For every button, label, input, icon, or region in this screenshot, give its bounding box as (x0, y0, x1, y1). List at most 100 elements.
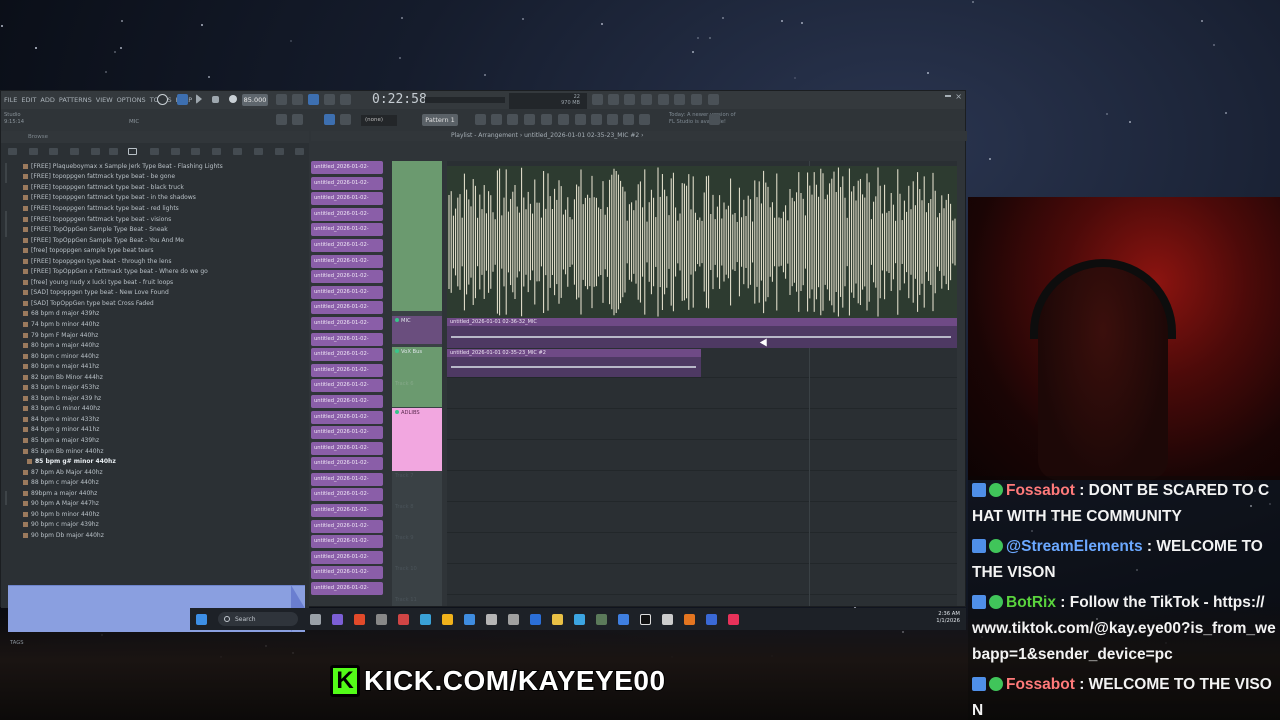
settings-icon[interactable] (485, 613, 497, 625)
browser-tab-patterns[interactable] (191, 148, 200, 155)
pattern-clip-item[interactable]: untitled_2026-01-02- (311, 488, 383, 502)
notepad-icon[interactable] (463, 613, 475, 625)
task-view-icon[interactable] (309, 613, 321, 625)
pattern-clip-item[interactable]: untitled_2026-01-02- (311, 254, 383, 268)
capcut-icon[interactable] (661, 613, 673, 625)
snap-select[interactable]: (none) (361, 115, 397, 126)
pattern-clip-item[interactable]: untitled_2026-01-02- (311, 176, 383, 190)
pattern-clip-item[interactable]: untitled_2026-01-02- (311, 441, 383, 455)
pattern-clip-item[interactable]: untitled_2026-01-02- (311, 582, 383, 596)
clip-vox-header[interactable]: untitled_2026-01-01 02-35-23_MIC #2 (447, 349, 701, 357)
browser-file-item[interactable]: 83 bpm b major 453hz (23, 382, 308, 393)
tempo-display[interactable]: 85.000 (242, 94, 268, 106)
browser-file-item[interactable]: 80 bpm e major 441hz (23, 361, 308, 372)
browser-tab-scores[interactable] (171, 148, 180, 155)
pattern-clip-item[interactable]: untitled_2026-01-02- (311, 550, 383, 564)
browser-file-item[interactable]: 82 bpm Bb Minor 444hz (23, 372, 308, 383)
browser-file-item[interactable]: 74 bpm b minor 440hz (23, 319, 308, 330)
app-icon[interactable] (375, 613, 387, 625)
browser-file-item[interactable]: [FREE] topoppgen fattmack type beat - re… (23, 203, 308, 214)
pattern-clip-item[interactable]: untitled_2026-01-02- (311, 363, 383, 377)
browser-file-item[interactable]: 90 bpm c major 439hz (23, 520, 308, 531)
browser-file-item[interactable]: 84 bpm g minor 441hz (23, 425, 308, 436)
download-icon[interactable] (708, 94, 719, 105)
start-icon[interactable] (195, 613, 207, 625)
browser-file-item[interactable]: 79 bpm F Major 440hz (23, 330, 308, 341)
browser-file-item[interactable]: 84 bpm e minor 433hz (23, 414, 308, 425)
browser-file-item[interactable]: 90 bpm b minor 440hz (23, 509, 308, 520)
tiktok-icon[interactable] (639, 613, 651, 625)
system-tray-clock[interactable]: 2:36 AM 1/1/2026 (936, 611, 960, 625)
browser-file-item[interactable]: 85 bpm Bb minor 440hz (23, 446, 308, 457)
browser-tab-options[interactable] (295, 148, 304, 155)
browser-tab-starred[interactable] (109, 148, 118, 155)
chrome-icon[interactable] (397, 613, 409, 625)
word-icon[interactable] (529, 613, 541, 625)
help-icon[interactable] (658, 94, 669, 105)
master-volume-slider[interactable] (425, 97, 505, 103)
undo-icon[interactable] (157, 94, 168, 105)
fl-logo-icon[interactable] (709, 114, 720, 125)
loop-record-icon[interactable] (324, 94, 335, 105)
browser-tab-search[interactable] (275, 148, 284, 155)
pattern-clip-item[interactable]: untitled_2026-01-02- (311, 566, 383, 580)
pattern-clip-item[interactable]: untitled_2026-01-02- (311, 316, 383, 330)
browser-tab-current[interactable] (29, 148, 38, 155)
tempo-tapper-icon[interactable] (607, 114, 618, 125)
obs-icon[interactable] (595, 613, 607, 625)
browser-file-item[interactable]: 90 bpm Db major 440hz (23, 530, 308, 541)
wait-icon[interactable] (292, 94, 303, 105)
browser-file-item[interactable]: [SAD] TopOppGen type beat Cross Faded (23, 298, 308, 309)
browser-file-item[interactable]: [free] topoppgen sample type beat tears (23, 245, 308, 256)
pattern-clip-item[interactable]: untitled_2026-01-02- (311, 535, 383, 549)
browser-tab-samples[interactable] (91, 148, 100, 155)
save-icon[interactable] (641, 94, 652, 105)
pattern-clip-item[interactable]: untitled_2026-01-02- (311, 332, 383, 346)
playlist-icon[interactable] (475, 114, 486, 125)
browser-file-item[interactable]: 85 bpm g# minor 440hz (23, 456, 308, 467)
browser-tab-pack[interactable] (150, 148, 159, 155)
pattern-clip-item[interactable]: untitled_2026-01-02- (311, 379, 383, 393)
browser-file-item[interactable]: 88 bpm c major 440hz (23, 477, 308, 488)
piano-roll-window-icon[interactable] (491, 114, 502, 125)
browser-icon[interactable] (507, 114, 518, 125)
project-info-icon[interactable] (591, 114, 602, 125)
browser-tab-presets[interactable] (212, 148, 221, 155)
store-icon[interactable] (617, 613, 629, 625)
tiktok-live-icon[interactable] (727, 613, 739, 625)
pattern-clip-item[interactable]: untitled_2026-01-02- (311, 519, 383, 533)
mixer-window-icon[interactable] (524, 114, 535, 125)
pattern-clip-item[interactable]: untitled_2026-01-02- (311, 301, 383, 315)
browser-file-item[interactable]: [SAD] topoppgen type beat - New Love Fou… (23, 288, 308, 299)
pattern-clip-item[interactable]: untitled_2026-01-02- (311, 270, 383, 284)
pattern-selector[interactable]: Pattern 1 (422, 114, 458, 126)
browser-file-item[interactable]: 68 bpm d major 439hz (23, 309, 308, 320)
touch-keyboard-icon[interactable] (575, 114, 586, 125)
discord-icon[interactable] (331, 613, 343, 625)
file-explorer-icon[interactable] (551, 613, 563, 625)
chat-username[interactable]: BotRix (1006, 594, 1056, 611)
pattern-clip-item[interactable]: untitled_2026-01-02- (311, 161, 383, 174)
channel-rack-icon[interactable] (691, 94, 702, 105)
pattern-clip-item[interactable]: untitled_2026-01-02- (311, 348, 383, 362)
pat-song-toggle[interactable] (177, 94, 188, 105)
cut-icon[interactable] (608, 94, 619, 105)
pattern-clip-item[interactable]: untitled_2026-01-02- (311, 410, 383, 424)
channel-window-icon[interactable] (541, 114, 552, 125)
step-seq-icon[interactable] (292, 114, 303, 125)
minimize-icon[interactable] (945, 95, 951, 97)
pattern-clip-item[interactable]: untitled_2026-01-02- (311, 472, 383, 486)
chat-username[interactable]: @StreamElements (1006, 538, 1143, 555)
brave-icon[interactable] (353, 613, 365, 625)
track-1-header[interactable] (392, 161, 442, 311)
browser-file-item[interactable]: 83 bpm b major 439 hz (23, 393, 308, 404)
play-icon[interactable] (196, 94, 202, 104)
undo-history-icon[interactable] (639, 114, 650, 125)
browser-file-item[interactable]: [FREE] TopOppGen x Fattmack type beat - … (23, 266, 308, 277)
zoom-icon[interactable] (705, 613, 717, 625)
browser-file-item[interactable]: 80 bpm a major 440hz (23, 340, 308, 351)
audio-clip-main[interactable] (447, 166, 957, 318)
browser-file-item[interactable]: [FREE] topoppgen type beat - through the… (23, 256, 308, 267)
pattern-clip-item[interactable]: untitled_2026-01-02- (311, 504, 383, 518)
edge-browser-icon[interactable] (573, 613, 585, 625)
